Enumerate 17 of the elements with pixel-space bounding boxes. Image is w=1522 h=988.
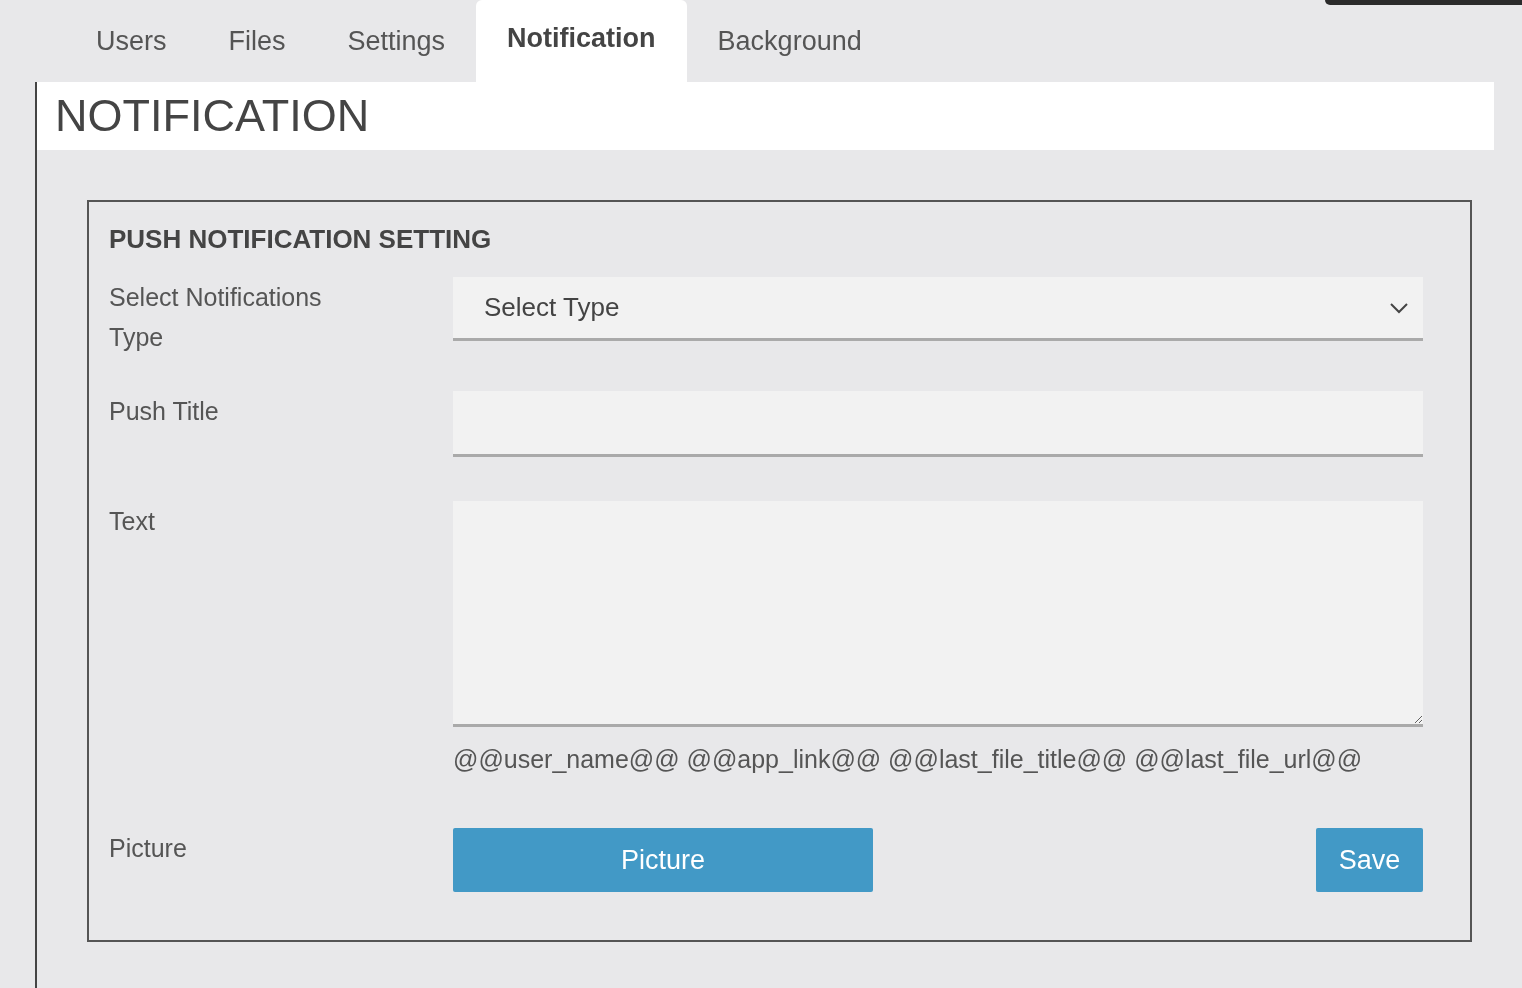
field-label: Text bbox=[109, 506, 156, 537]
section-title: PUSH NOTIFICATION SETTING bbox=[109, 224, 493, 255]
push-title-field[interactable] bbox=[453, 391, 1423, 457]
placeholder-hint: @@user_name@@ @@app_link@@ @@last_file_title@@ @@last_file_url@@ bbox=[453, 745, 1364, 774]
tab[interactable]: Settings bbox=[316, 0, 477, 82]
field-label: Push Title bbox=[109, 396, 220, 427]
tab[interactable]: Notification bbox=[476, 0, 687, 82]
tab[interactable]: Files bbox=[197, 0, 317, 82]
page-title: NOTIFICATION bbox=[55, 90, 370, 142]
chevron-down-icon bbox=[1389, 301, 1409, 314]
picture-button[interactable]: Picture bbox=[453, 828, 873, 892]
field-label: Picture bbox=[109, 833, 188, 864]
tab[interactable]: Background bbox=[686, 0, 893, 82]
tab[interactable]: Users bbox=[65, 0, 198, 82]
save-button[interactable]: Save bbox=[1316, 828, 1423, 892]
type-select[interactable]: Select Type bbox=[453, 277, 1423, 341]
field-label: Select Notifications Type bbox=[109, 282, 323, 353]
